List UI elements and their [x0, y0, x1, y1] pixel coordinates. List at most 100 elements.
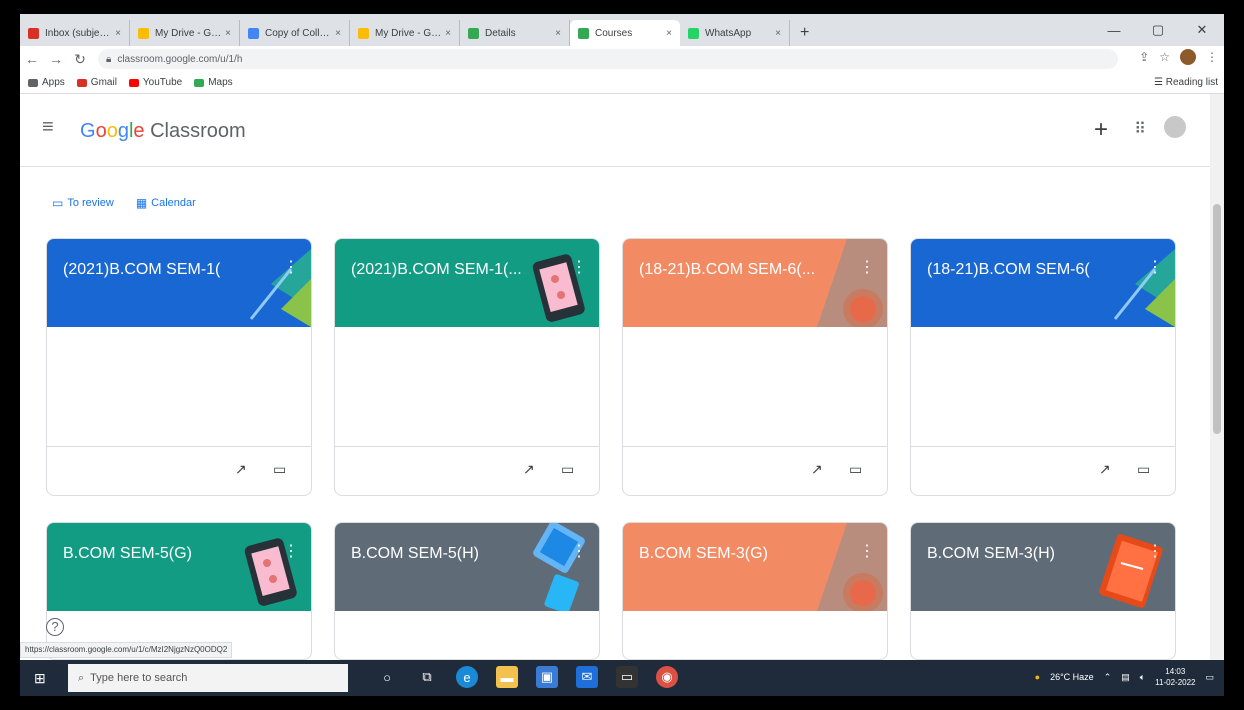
google-apps-icon[interactable]: ⠿	[1134, 119, 1146, 139]
scrollbar-thumb[interactable]	[1213, 204, 1221, 434]
class-card[interactable]: (18-21)B.COM SEM-6( ⋮ ↗ ▭	[910, 238, 1176, 496]
star-icon[interactable]: ☆	[1159, 50, 1170, 64]
card-options-icon[interactable]: ⋮	[859, 541, 875, 561]
card-options-icon[interactable]: ⋮	[571, 541, 587, 561]
chevron-up-icon[interactable]: ⌃	[1104, 672, 1112, 683]
browser-tab[interactable]: My Drive - Google Drive×	[130, 20, 240, 46]
browser-tab[interactable]: Copy of College ×	[240, 20, 350, 46]
class-title[interactable]: (2021)B.COM SEM-1(	[63, 261, 275, 279]
tab-close-icon[interactable]: ×	[666, 28, 672, 39]
trending-up-icon[interactable]: ↗	[1099, 461, 1111, 478]
browser-tab[interactable]: My Drive - Google Drive×	[350, 20, 460, 46]
class-title[interactable]: (18-21)B.COM SEM-6(...	[639, 261, 851, 279]
folder-icon[interactable]: ▭	[1137, 461, 1150, 478]
new-tab-button[interactable]: +	[790, 20, 819, 46]
card-header[interactable]: (2021)B.COM SEM-1(... ⋮	[335, 239, 599, 327]
bookmark-item[interactable]: YouTube	[128, 77, 182, 88]
class-title[interactable]: (18-21)B.COM SEM-6(	[927, 261, 1139, 279]
card-options-icon[interactable]: ⋮	[571, 257, 587, 277]
help-icon[interactable]: ?	[46, 618, 64, 636]
bookmark-item[interactable]: Gmail	[76, 77, 117, 88]
file-explorer-icon[interactable]: ▬	[496, 666, 518, 688]
class-card[interactable]: (2021)B.COM SEM-1( ⋮ ↗ ▭	[46, 238, 312, 496]
browser-tab[interactable]: Courses ×	[570, 20, 680, 46]
card-options-icon[interactable]: ⋮	[283, 257, 299, 277]
profile-avatar[interactable]	[1180, 49, 1196, 65]
card-header[interactable]: B.COM SEM-3(G) ⋮	[623, 523, 887, 611]
card-header[interactable]: B.COM SEM-5(G) ⋮	[47, 523, 311, 611]
task-view-icon[interactable]: ⧉	[416, 666, 438, 688]
classroom-logo[interactable]: Google Classroom	[80, 120, 246, 143]
hamburger-menu-icon[interactable]: ≡	[42, 116, 54, 139]
network-icon[interactable]: ▤	[1121, 672, 1130, 683]
tab-title: Copy of College	[265, 27, 332, 39]
share-icon[interactable]: ⇪	[1139, 50, 1149, 64]
back-icon[interactable]: ←	[20, 51, 44, 67]
tab-close-icon[interactable]: ×	[225, 28, 231, 39]
class-card[interactable]: B.COM SEM-5(G) ⋮	[46, 522, 312, 660]
bookmark-item[interactable]: Apps	[28, 77, 65, 88]
kebab-menu-icon[interactable]: ⋮	[1206, 50, 1218, 64]
class-title[interactable]: B.COM SEM-3(H)	[927, 545, 1139, 563]
trending-up-icon[interactable]: ↗	[811, 461, 823, 478]
account-avatar[interactable]	[1164, 116, 1186, 138]
class-card[interactable]: (18-21)B.COM SEM-6(... ⋮ ↗ ▭	[622, 238, 888, 496]
taskbar-search[interactable]: ⌕ Type here to search	[68, 664, 348, 692]
add-class-icon[interactable]: +	[1094, 116, 1108, 144]
tab-close-icon[interactable]: ×	[555, 28, 561, 39]
class-card[interactable]: B.COM SEM-3(G) ⋮	[622, 522, 888, 660]
browser-tab[interactable]: Inbox (subject) - Inc ×	[20, 20, 130, 46]
card-header[interactable]: (18-21)B.COM SEM-6( ⋮	[911, 239, 1175, 327]
trending-up-icon[interactable]: ↗	[523, 461, 535, 478]
chrome-icon[interactable]: ◉	[656, 666, 678, 688]
card-options-icon[interactable]: ⋮	[1147, 257, 1163, 277]
class-title[interactable]: (2021)B.COM SEM-1(...	[351, 261, 563, 279]
tab-favicon-icon	[358, 27, 369, 39]
cortana-icon[interactable]: ○	[376, 666, 398, 688]
class-title[interactable]: B.COM SEM-5(H)	[351, 545, 563, 563]
reading-list-button[interactable]: ☰ Reading list	[1154, 77, 1218, 88]
calendar-link[interactable]: ▦ Calendar	[136, 196, 196, 210]
terminal-icon[interactable]: ▭	[616, 666, 638, 688]
volume-icon[interactable]: 🔈︎	[1140, 672, 1145, 683]
windows-start-icon[interactable]: ⊞	[34, 670, 46, 687]
bookmark-item[interactable]: Maps	[194, 77, 233, 88]
tab-close-icon[interactable]: ×	[445, 28, 451, 39]
browser-tab[interactable]: WhatsApp ×	[680, 20, 790, 46]
weather-text[interactable]: 26°C Haze	[1050, 672, 1094, 682]
store-icon[interactable]: ▣	[536, 666, 558, 688]
minimize-button[interactable]: —	[1092, 14, 1136, 46]
edge-icon[interactable]: e	[456, 666, 478, 688]
card-options-icon[interactable]: ⋮	[859, 257, 875, 277]
card-header[interactable]: (18-21)B.COM SEM-6(... ⋮	[623, 239, 887, 327]
class-title[interactable]: B.COM SEM-3(G)	[639, 545, 851, 563]
page-scrollbar[interactable]	[1210, 94, 1224, 662]
folder-icon[interactable]: ▭	[849, 461, 862, 478]
notifications-icon[interactable]: ▭	[1205, 672, 1214, 683]
tab-favicon-icon	[248, 27, 259, 39]
tab-close-icon[interactable]: ×	[775, 28, 781, 39]
clock[interactable]: 14:03 11-02-2022	[1155, 666, 1195, 688]
trending-up-icon[interactable]: ↗	[235, 461, 247, 478]
folder-icon[interactable]: ▭	[273, 461, 286, 478]
class-card[interactable]: B.COM SEM-3(H) ⋮	[910, 522, 1176, 660]
close-window-button[interactable]: ✕	[1180, 14, 1224, 46]
browser-tab[interactable]: Details ×	[460, 20, 570, 46]
forward-icon[interactable]: →	[44, 51, 68, 67]
class-title[interactable]: B.COM SEM-5(G)	[63, 545, 275, 563]
class-card[interactable]: (2021)B.COM SEM-1(... ⋮ ↗ ▭	[334, 238, 600, 496]
tab-close-icon[interactable]: ×	[335, 28, 341, 39]
mail-icon[interactable]: ✉	[576, 666, 598, 688]
address-bar[interactable]: 🔒︎ classroom.google.com/u/1/h	[98, 49, 1118, 69]
card-header[interactable]: (2021)B.COM SEM-1( ⋮	[47, 239, 311, 327]
to-review-link[interactable]: ▭ To review	[52, 196, 114, 210]
folder-icon[interactable]: ▭	[561, 461, 574, 478]
class-card[interactable]: B.COM SEM-5(H) ⋮	[334, 522, 600, 660]
card-options-icon[interactable]: ⋮	[1147, 541, 1163, 561]
card-options-icon[interactable]: ⋮	[283, 541, 299, 561]
card-header[interactable]: B.COM SEM-3(H) ⋮	[911, 523, 1175, 611]
card-header[interactable]: B.COM SEM-5(H) ⋮	[335, 523, 599, 611]
maximize-button[interactable]: ▢	[1136, 14, 1180, 46]
reload-icon[interactable]: ↻	[68, 51, 92, 68]
tab-close-icon[interactable]: ×	[115, 28, 121, 39]
